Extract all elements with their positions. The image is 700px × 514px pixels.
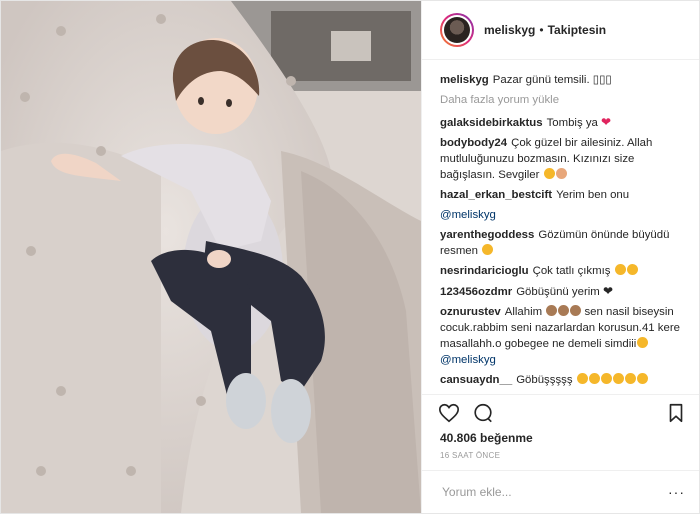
- following-button[interactable]: Takiptesin: [548, 23, 606, 37]
- smiley-icon: [612, 373, 624, 384]
- comment-username[interactable]: hazal_erkan_bestcift: [440, 189, 552, 201]
- comment-username[interactable]: yarenthegoddess: [440, 229, 534, 241]
- comment-input[interactable]: [440, 484, 644, 500]
- header-username[interactable]: meliskyg: [484, 23, 535, 37]
- pray-icon: [555, 168, 567, 179]
- comment: yarenthegoddess Gözümün önünde büyüdü res…: [440, 227, 685, 259]
- red-heart-icon: ❤: [601, 115, 612, 129]
- add-comment-bar: ···: [422, 470, 699, 513]
- kiss-icon: [626, 264, 638, 275]
- post-sidebar: meliskyg • Takiptesin meliskyg Pazar günü…: [421, 1, 699, 513]
- instagram-post: meliskyg • Takiptesin meliskyg Pazar günü…: [0, 0, 700, 514]
- likes-count[interactable]: 40.806 beğenme: [422, 431, 699, 445]
- smiley-icon: [636, 373, 648, 384]
- comment-icon[interactable]: [472, 402, 494, 424]
- comment-text: Allahim: [504, 306, 543, 318]
- bookmark-icon[interactable]: [665, 402, 687, 424]
- comment-text: Göbüşünü yerim: [516, 286, 600, 298]
- comment-text: Çok tatlı çıkmış: [532, 265, 611, 277]
- comment: hazal_erkan_bestcift Yerim ben onu: [440, 187, 685, 203]
- comment-username[interactable]: 123456ozdmr: [440, 286, 512, 298]
- comment: oznurustev Allahim sen nasil biseysin coc…: [440, 304, 685, 368]
- heart-eyes-icon: [482, 244, 494, 255]
- see-no-evil-monkey-icon: [546, 305, 558, 316]
- comment: galaksidebirkaktus Tombiş ya ❤: [440, 114, 685, 131]
- caption-username[interactable]: meliskyg: [440, 74, 489, 86]
- kiss-icon: [614, 264, 626, 275]
- avatar[interactable]: [440, 13, 474, 47]
- comment-text: Tombiş ya: [546, 117, 598, 129]
- caption-text: Pazar günü temsili. ▯▯▯: [492, 74, 612, 86]
- header-separator: •: [539, 23, 544, 37]
- heart-eyes-icon: [588, 373, 600, 384]
- comment: 123456ozdmr Göbüşünü yerim ❤: [440, 283, 685, 300]
- see-no-evil-monkey-icon: [570, 305, 582, 316]
- see-no-evil-monkey-icon: [558, 305, 570, 316]
- smiley-icon: [543, 168, 555, 179]
- load-more-comments[interactable]: Daha fazla yorum yükle: [440, 92, 685, 108]
- comment-username[interactable]: cansuaydn__: [440, 374, 512, 386]
- comment: cansuaydn__ Göbüşşşşş: [440, 372, 685, 388]
- comment-username[interactable]: bodybody24: [440, 137, 507, 149]
- smiley-icon: [624, 373, 636, 384]
- more-options-icon[interactable]: ···: [668, 484, 685, 500]
- post-actions: [422, 394, 699, 431]
- comments-list: meliskyg Pazar günü temsili. ▯▯▯ Daha faz…: [422, 60, 699, 394]
- post-header: meliskyg • Takiptesin: [422, 1, 699, 60]
- comment-username[interactable]: nesrindaricioglu: [440, 265, 529, 277]
- black-heart-icon: ❤: [602, 284, 613, 298]
- comment: @meliskyg: [440, 207, 685, 223]
- kiss-icon: [637, 337, 649, 348]
- comment-username[interactable]: oznurustev: [440, 306, 501, 318]
- caption: meliskyg Pazar günü temsili. ▯▯▯: [440, 72, 685, 88]
- mention-link[interactable]: @meliskyg: [440, 354, 496, 366]
- comment: bodybody24 Çok güzel bir ailesiniz. Allah…: [440, 135, 685, 183]
- post-timestamp: 16 SAAT ÖNCE: [440, 451, 501, 460]
- comment-text: Yerim ben onu: [556, 189, 630, 201]
- comment-text: Göbüşşşşş: [516, 374, 573, 386]
- mention-link[interactable]: @meliskyg: [440, 209, 496, 221]
- heart-outline-icon[interactable]: [438, 402, 460, 424]
- baby-on-sofa-image: [1, 1, 421, 513]
- comment: nesrindaricioglu Çok tatlı çıkmış: [440, 263, 685, 279]
- post-photo[interactable]: [1, 1, 421, 513]
- heart-eyes-icon: [576, 373, 588, 384]
- comment-username[interactable]: galaksidebirkaktus: [440, 117, 543, 129]
- heart-eyes-icon: [600, 373, 612, 384]
